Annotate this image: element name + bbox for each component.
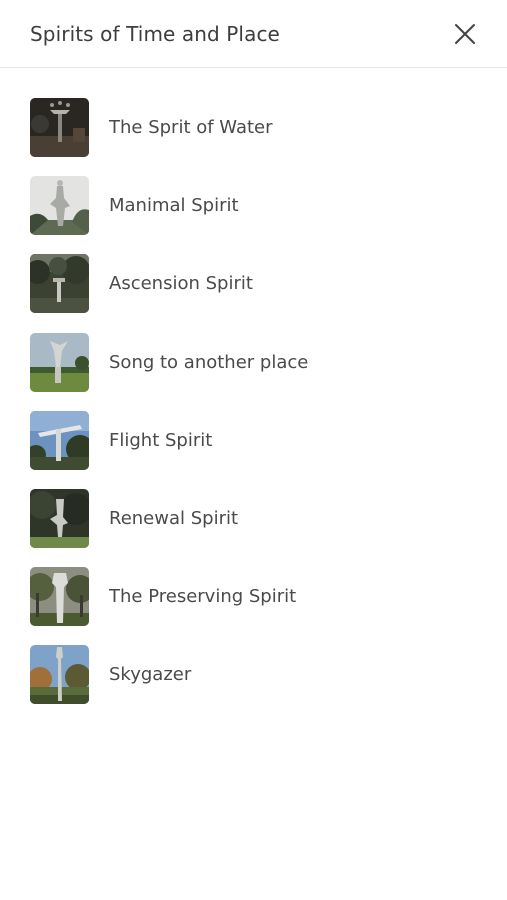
list-item-label: Song to another place [109, 351, 309, 373]
sculpture-photo-thumbnail-icon [30, 254, 89, 314]
sculpture-photo-thumbnail-icon [30, 488, 89, 548]
sculpture-photo-thumbnail-icon [30, 332, 89, 392]
spirits-list: The Sprit of Water Manimal Spirit Ascens… [30, 98, 507, 724]
sculpture-photo-thumbnail-icon [30, 176, 89, 236]
list-item-label: Manimal Spirit [109, 195, 239, 217]
close-icon[interactable] [453, 22, 477, 46]
list-item-flight-spirit[interactable]: Flight Spirit [30, 410, 507, 489]
list-item-manimal-spirit[interactable]: Manimal Spirit [30, 176, 507, 254]
list-item-ascension-spirit[interactable]: Ascension Spirit [30, 254, 507, 332]
list-item-song-to-another-place[interactable]: Song to another place [30, 332, 507, 411]
sculpture-photo-thumbnail-icon [30, 98, 89, 157]
list-item-the-sprit-of-water[interactable]: The Sprit of Water [30, 98, 507, 176]
list-item-label: The Preserving Spirit [109, 586, 297, 608]
list-item-label: Flight Spirit [109, 429, 213, 451]
list-item-skygazer[interactable]: Skygazer [30, 645, 507, 723]
dialog-header: Spirits of Time and Place [0, 0, 507, 68]
list-item-label: Skygazer [109, 664, 192, 686]
sculpture-photo-thumbnail-icon [30, 645, 89, 705]
list-item-label: Ascension Spirit [109, 273, 253, 295]
list-item-label: Renewal Spirit [109, 507, 239, 529]
list-item-the-preserving-spirit[interactable]: The Preserving Spirit [30, 567, 507, 645]
dialog-title: Spirits of Time and Place [30, 22, 280, 46]
sculpture-photo-thumbnail-icon [30, 410, 89, 470]
list-item-label: The Sprit of Water [109, 117, 273, 138]
sculpture-photo-thumbnail-icon [30, 567, 89, 627]
list-item-renewal-spirit[interactable]: Renewal Spirit [30, 488, 507, 567]
